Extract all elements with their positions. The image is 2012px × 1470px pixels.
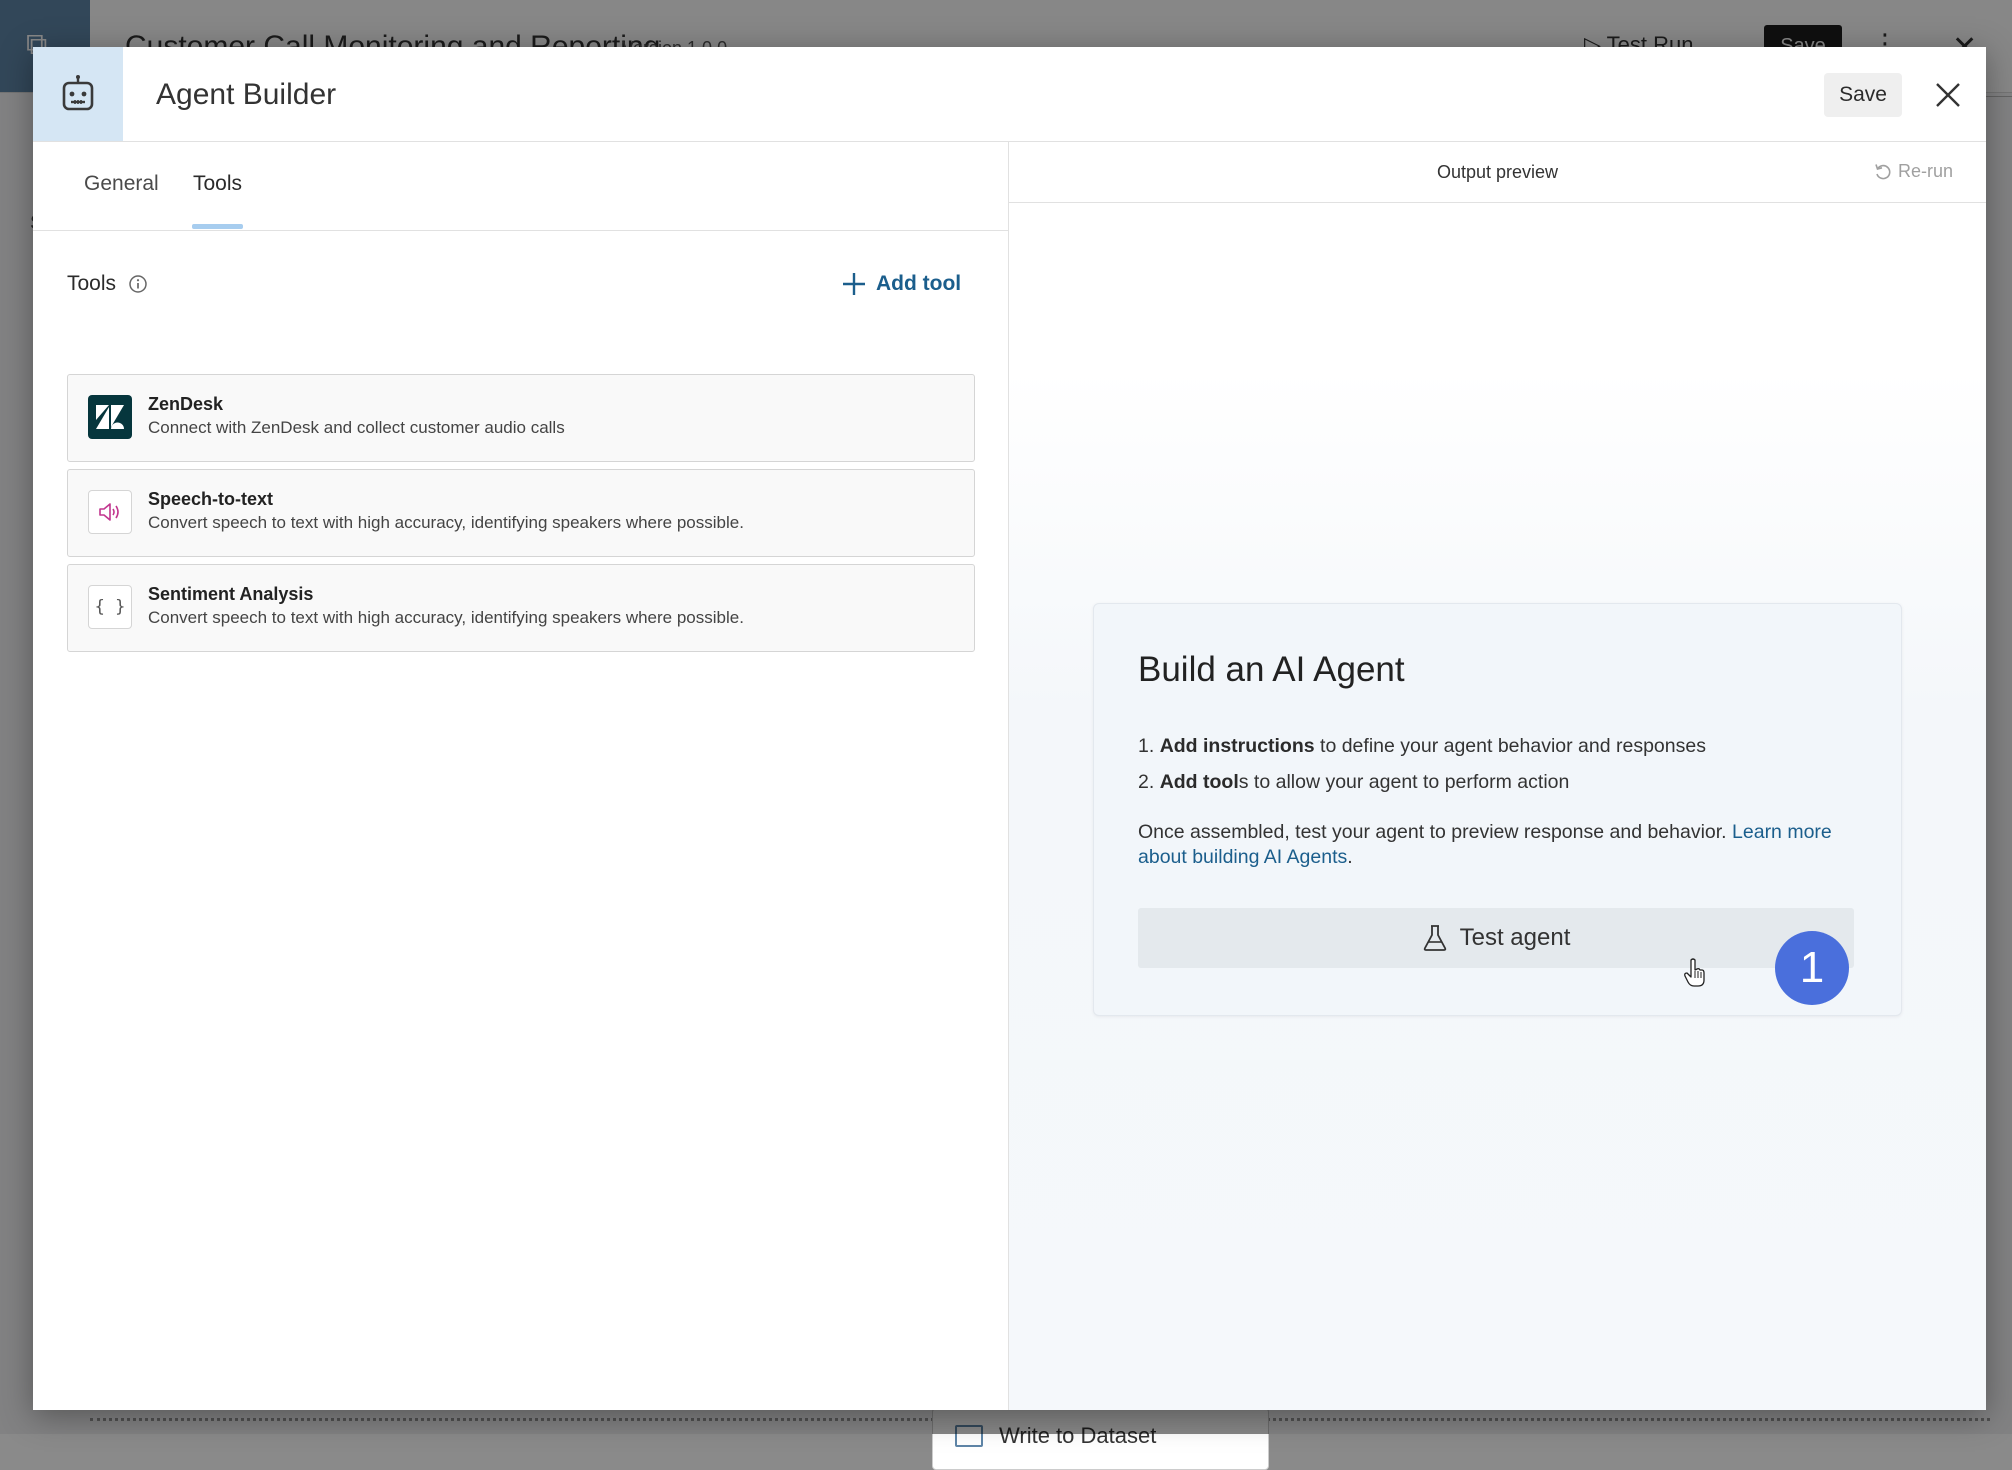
configuration-panel: General Tools Tools Add tool ZenDesk Con… — [33, 142, 1009, 1410]
speaker-icon — [88, 490, 132, 534]
build-body-end: . — [1347, 846, 1353, 868]
step-number: 1. — [1138, 735, 1155, 757]
build-card-body: Once assembled, test your agent to previ… — [1138, 820, 1838, 870]
save-button[interactable]: Save — [1824, 73, 1902, 117]
add-tool-button[interactable]: Add tool — [841, 265, 961, 303]
rerun-icon — [1875, 163, 1891, 179]
hand-cursor-icon — [1684, 958, 1705, 987]
modal-title: Agent Builder — [156, 78, 337, 111]
tab-general[interactable]: General — [84, 172, 159, 196]
agent-builder-modal: Agent Builder Save General Tools Tools A… — [33, 47, 1986, 1410]
modal-header: Agent Builder Save — [33, 47, 1986, 142]
tool-card-zendesk[interactable]: ZenDesk Connect with ZenDesk and collect… — [67, 374, 975, 462]
step-number: 2. — [1138, 771, 1155, 793]
step-text: s to allow your agent to perform action — [1238, 771, 1570, 793]
zendesk-logo-icon — [88, 395, 132, 439]
plus-icon — [843, 273, 865, 295]
tab-bar: General Tools — [33, 142, 1008, 231]
robot-icon — [62, 75, 94, 111]
tool-card-speech-to-text[interactable]: Speech-to-text Convert speech to text wi… — [67, 469, 975, 557]
build-body-text: Once assembled, test your agent to previ… — [1138, 821, 1733, 843]
build-step: 2. Add tools to allow your agent to perf… — [1138, 764, 1706, 800]
test-agent-button[interactable]: Test agent — [1138, 908, 1854, 968]
tool-description: Connect with ZenDesk and collect custome… — [148, 418, 565, 437]
step-text: to define your agent behavior and respon… — [1314, 735, 1706, 757]
braces-icon: { } — [88, 585, 132, 629]
tab-tools[interactable]: Tools — [193, 172, 242, 196]
rerun-label: Re-run — [1898, 161, 1954, 181]
build-steps-list: 1. Add instructions to define your agent… — [1138, 728, 1706, 800]
add-tool-label: Add tool — [876, 272, 962, 295]
build-card-title: Build an AI Agent — [1138, 650, 1405, 689]
output-preview-panel: Output preview Re-run Build an AI Agent … — [1009, 142, 1986, 1410]
flask-icon — [1423, 925, 1446, 951]
tools-heading-text: Tools — [67, 272, 117, 295]
header-icon-block — [33, 47, 123, 141]
preview-title: Output preview — [1436, 162, 1559, 182]
tools-section-heading: Tools — [67, 272, 148, 296]
tool-name: Speech-to-text — [148, 489, 274, 509]
tool-name: ZenDesk — [148, 394, 224, 414]
tool-description: Convert speech to text with high accurac… — [148, 513, 744, 532]
rerun-button[interactable]: Re-run — [1873, 161, 1953, 182]
step-badge: 1 — [1775, 931, 1849, 1005]
tool-name: Sentiment Analysis — [148, 584, 314, 604]
tool-description: Convert speech to text with high accurac… — [148, 608, 744, 627]
build-step: 1. Add instructions to define your agent… — [1138, 728, 1706, 764]
preview-header: Output preview Re-run — [1009, 142, 1986, 203]
step-bold-text: Add tool — [1159, 771, 1239, 793]
tool-card-sentiment-analysis[interactable]: { } Sentiment Analysis Convert speech to… — [67, 564, 975, 652]
close-button[interactable] — [1928, 75, 1968, 115]
step-bold-text: Add instructions — [1159, 735, 1315, 757]
info-icon[interactable] — [128, 274, 148, 294]
braces-glyph: { } — [94, 597, 126, 617]
active-tab-indicator — [192, 224, 243, 229]
close-icon — [1936, 83, 1960, 107]
test-agent-label: Test agent — [1459, 924, 1571, 951]
